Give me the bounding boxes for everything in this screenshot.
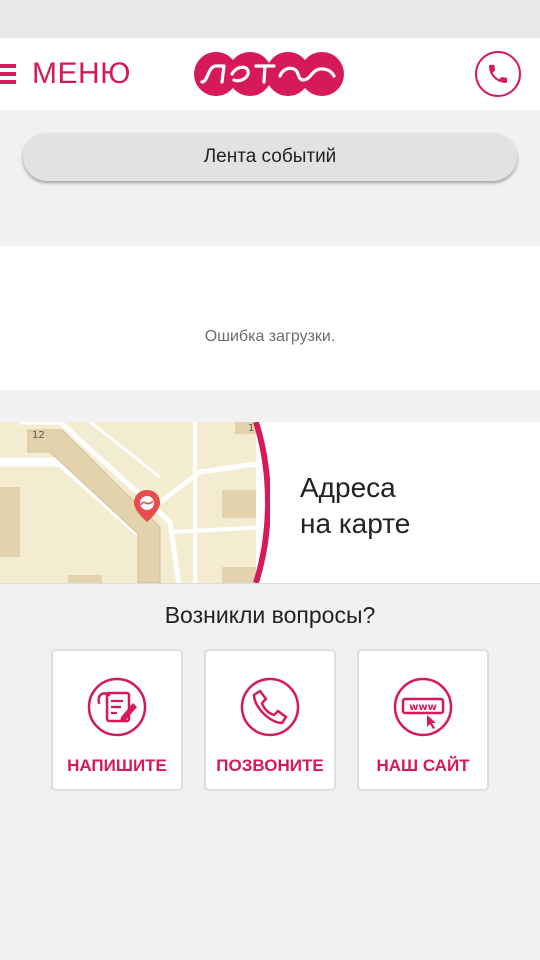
map-number-label: 12 bbox=[32, 430, 45, 441]
call-label: ПОЗВОНИТЕ bbox=[216, 756, 324, 775]
app-header: МЕНЮ bbox=[0, 38, 540, 110]
map-title-line2: на карте bbox=[300, 508, 411, 539]
questions-title: Возникли вопросы? bbox=[164, 602, 376, 628]
call-us-button[interactable]: ПОЗВОНИТЕ bbox=[204, 649, 336, 791]
hamburger-icon bbox=[0, 60, 16, 88]
write-label: НАПИШИТЕ bbox=[67, 756, 167, 775]
website-button[interactable]: www НАШ САЙТ bbox=[357, 649, 489, 791]
write-button[interactable]: НАПИШИТЕ bbox=[51, 649, 183, 791]
write-icon bbox=[87, 677, 147, 737]
status-bar bbox=[0, 0, 540, 38]
website-label: НАШ САЙТ bbox=[376, 756, 470, 775]
phone-icon bbox=[240, 677, 300, 737]
phone-icon bbox=[489, 65, 507, 83]
svg-text:www: www bbox=[409, 702, 437, 713]
menu-button[interactable]: МЕНЮ bbox=[0, 38, 131, 110]
load-error-text: Ошибка загрузки. bbox=[204, 328, 336, 345]
call-button[interactable] bbox=[475, 51, 521, 97]
map-card-title: Адреса на карте bbox=[300, 470, 410, 542]
map-addresses-card[interactable]: 12 10 7 Адреса на карте bbox=[0, 422, 540, 584]
feed-panel: Ошибка загрузки. bbox=[0, 246, 540, 390]
map-preview: 12 10 7 bbox=[0, 422, 270, 583]
menu-label: МЕНЮ bbox=[32, 57, 131, 90]
www-icon: www bbox=[393, 677, 453, 737]
map-title-line1: Адреса bbox=[300, 472, 396, 503]
event-feed-button[interactable]: Лента событий bbox=[23, 133, 517, 181]
leto-logo bbox=[194, 52, 344, 96]
